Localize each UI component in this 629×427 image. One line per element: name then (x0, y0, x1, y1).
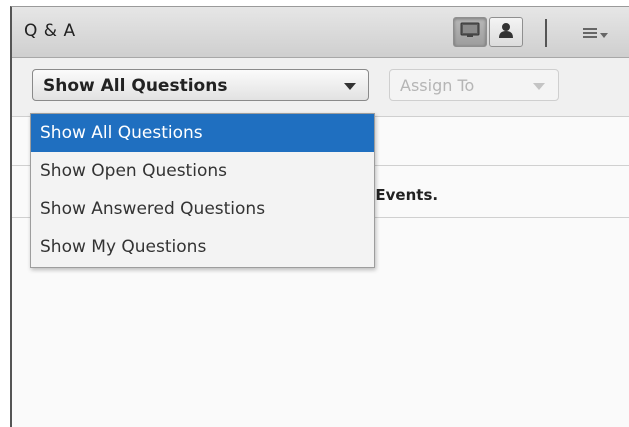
menu-icon (583, 24, 597, 43)
filter-option-answered[interactable]: Show Answered Questions (31, 190, 374, 228)
chevron-down-icon (600, 24, 608, 43)
panel-title: Q & A (24, 21, 76, 41)
question-filter-select[interactable]: Show All Questions (32, 69, 369, 101)
view-toggle (453, 17, 525, 47)
presenter-view-icon (460, 21, 480, 43)
panel-header: Q & A (12, 7, 629, 58)
dropdown-caret-icon (533, 83, 545, 90)
filter-option-mine[interactable]: Show My Questions (31, 228, 374, 266)
filter-option-all[interactable]: Show All Questions (31, 114, 374, 152)
question-filter-dropdown: Show All Questions Show Open Questions S… (30, 113, 375, 268)
header-separator (545, 19, 547, 47)
qa-panel: Q & A Show All Questions Assign To t Eve… (10, 6, 629, 427)
filter-option-open[interactable]: Show Open Questions (31, 152, 374, 190)
qa-toolbar: Show All Questions Assign To (12, 58, 629, 117)
dropdown-caret-icon (344, 83, 356, 90)
panel-menu-button[interactable] (583, 25, 611, 41)
presenter-view-button[interactable] (453, 17, 487, 47)
participant-view-button[interactable] (489, 17, 523, 47)
assign-to-label: Assign To (400, 76, 475, 95)
question-filter-value: Show All Questions (43, 76, 228, 96)
assign-to-select[interactable]: Assign To (389, 69, 559, 101)
participant-view-icon (497, 21, 515, 43)
